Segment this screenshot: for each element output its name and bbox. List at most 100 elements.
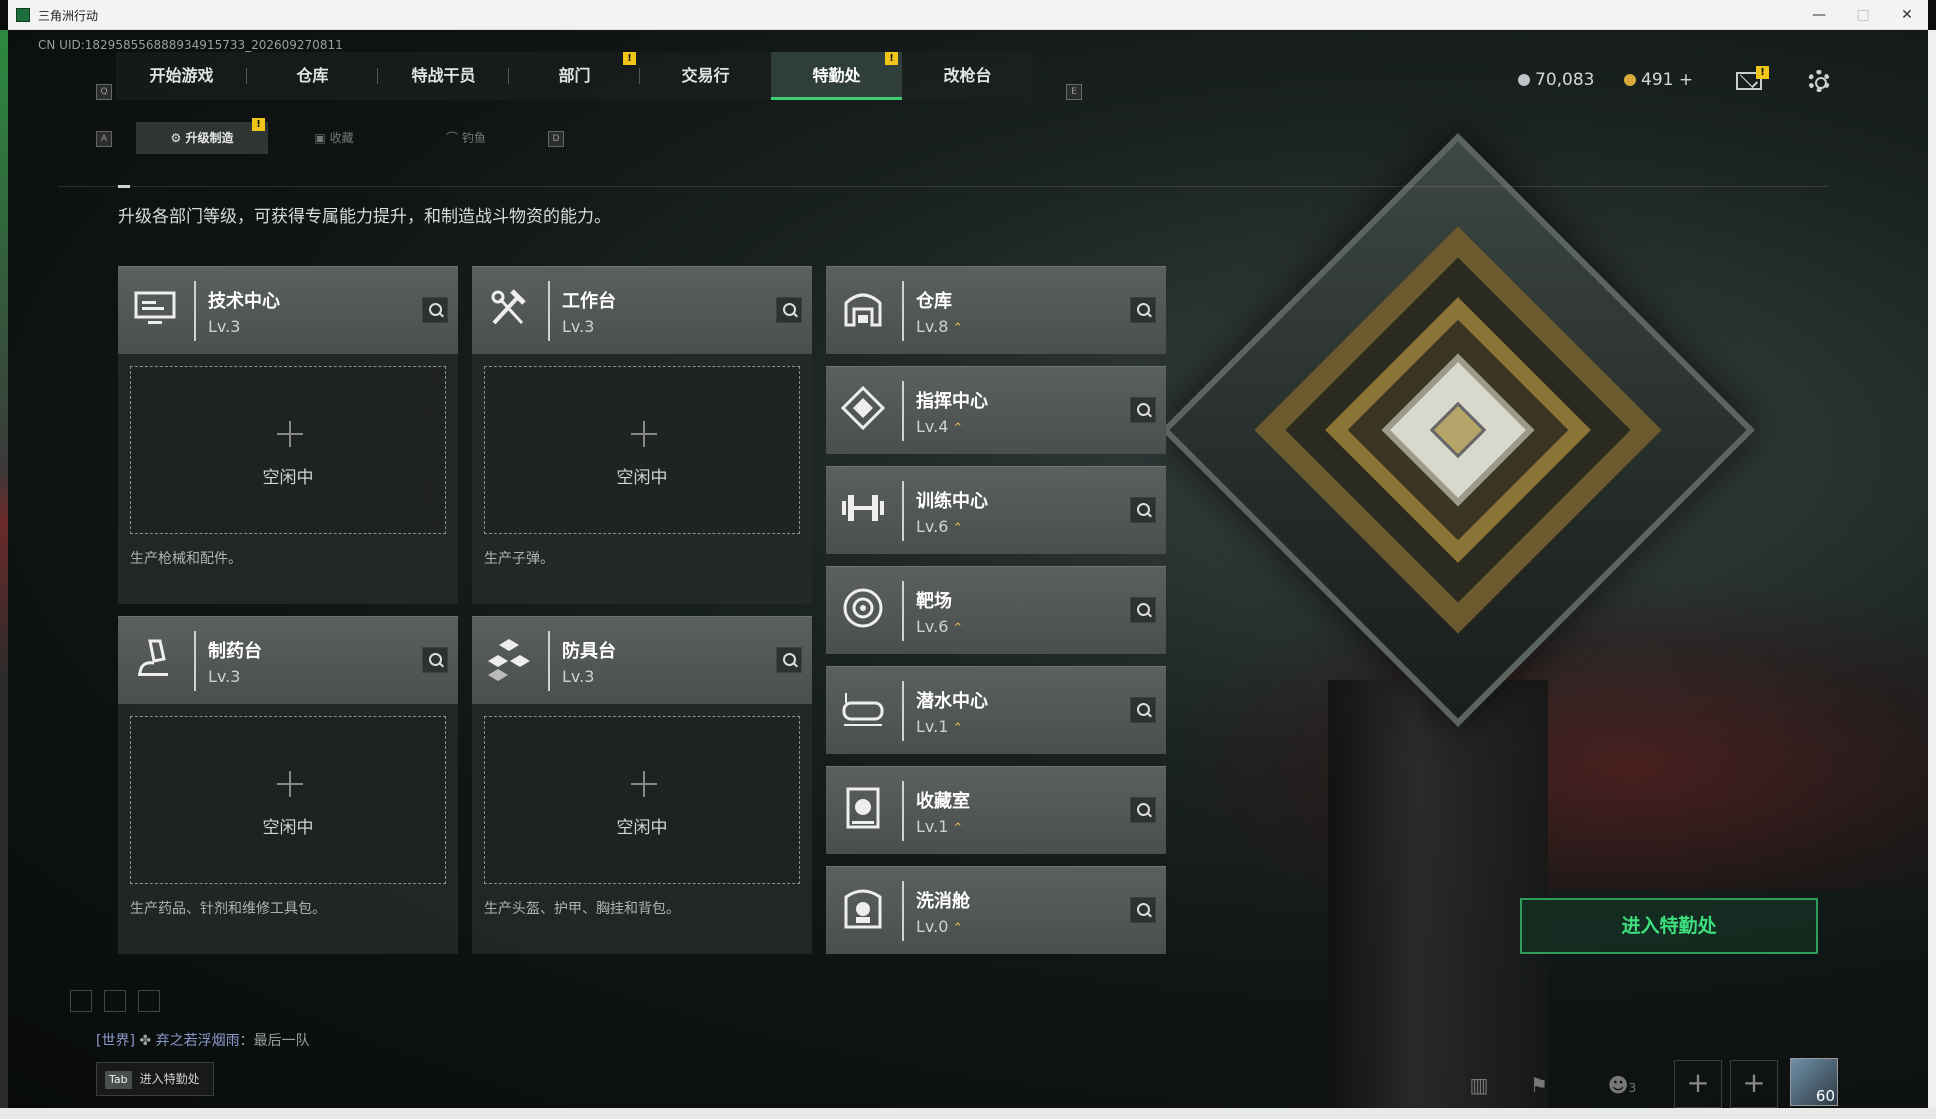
tab-warehouse[interactable]: 仓库 bbox=[247, 52, 378, 100]
facility-level: Lv.3 bbox=[208, 317, 241, 336]
facility-level: Lv.4 ⌃ bbox=[916, 417, 964, 436]
subnav-next-key[interactable]: D bbox=[548, 131, 564, 147]
upgrade-arrow-icon: ⌃ bbox=[952, 821, 964, 836]
facility-card-tech-center[interactable]: 技术中心 Lv.3 bbox=[118, 266, 458, 354]
facility-card-shooting-range[interactable]: 靶场 Lv.6 ⌃ bbox=[826, 566, 1166, 654]
world-chat-line[interactable]: [世界] ✤ 弃之若浮烟雨：最后一队 bbox=[96, 1030, 310, 1050]
background-glow bbox=[1188, 590, 1928, 890]
page-description: 升级各部门等级，可获得专属能力提升，和制造战斗物资的能力。 bbox=[118, 207, 611, 227]
facility-level: Lv.6 ⌃ bbox=[916, 517, 964, 536]
enter-special-ops-button[interactable]: 进入特勤处 bbox=[1520, 898, 1818, 954]
background-pillar bbox=[1328, 680, 1548, 1108]
production-panel-workbench: 空闲中 生产子弹。 bbox=[472, 354, 812, 604]
slot-status: 空闲中 bbox=[616, 468, 668, 488]
tab-enter-hint[interactable]: Tab 进入特勤处 bbox=[96, 1062, 214, 1096]
facility-name: 收藏室 bbox=[916, 791, 970, 812]
maximize-button[interactable]: □ bbox=[1848, 4, 1878, 26]
nav-prev-key[interactable]: Q bbox=[96, 84, 112, 100]
subnav-prev-key[interactable]: A bbox=[96, 131, 112, 147]
deco-square bbox=[104, 990, 126, 1012]
facility-card-command-center[interactable]: 指挥中心 Lv.4 ⌃ bbox=[826, 366, 1166, 454]
search-icon[interactable] bbox=[1130, 297, 1156, 323]
slot-status: 空闲中 bbox=[262, 468, 314, 488]
facility-name: 工作台 bbox=[562, 291, 616, 312]
facility-card-pharmacy[interactable]: 制药台 Lv.3 bbox=[118, 616, 458, 704]
wrench-icon: ⚙ bbox=[170, 131, 186, 145]
production-panel-armor-bench: 空闲中 生产头盔、护甲、胸挂和背包。 bbox=[472, 704, 812, 954]
squad-count: 3 bbox=[1628, 1081, 1637, 1095]
facility-card-warehouse[interactable]: 仓库 Lv.8 ⌃ bbox=[826, 266, 1166, 354]
search-icon[interactable] bbox=[1130, 797, 1156, 823]
settings-gear-icon[interactable] bbox=[1808, 70, 1830, 92]
facility-card-collection-room[interactable]: 收藏室 Lv.1 ⌃ bbox=[826, 766, 1166, 854]
add-teammate-button[interactable]: + bbox=[1730, 1060, 1778, 1108]
search-icon[interactable] bbox=[1130, 897, 1156, 923]
production-panel-pharmacy: 空闲中 生产药品、针剂和维修工具包。 bbox=[118, 704, 458, 954]
production-slot[interactable]: 空闲中 bbox=[484, 366, 800, 534]
search-icon[interactable] bbox=[1130, 397, 1156, 423]
desktop-edge-bottom bbox=[0, 1108, 1936, 1119]
app-icon bbox=[16, 8, 30, 22]
production-slot[interactable]: 空闲中 bbox=[130, 366, 446, 534]
search-icon[interactable] bbox=[776, 297, 802, 323]
facility-level: Lv.3 bbox=[562, 667, 595, 686]
nav-next-key[interactable]: E bbox=[1066, 84, 1082, 100]
upgrade-arrow-icon: ⌃ bbox=[952, 621, 964, 636]
facility-name: 指挥中心 bbox=[916, 391, 988, 412]
search-icon[interactable] bbox=[1130, 697, 1156, 723]
tab-special-ops[interactable]: 特勤处! bbox=[771, 52, 902, 100]
gold-currency[interactable]: 491 + bbox=[1624, 70, 1693, 90]
flag-icon[interactable]: ⚑ bbox=[1524, 1070, 1554, 1100]
search-icon[interactable] bbox=[422, 647, 448, 673]
squad-icon[interactable]: ☻3 bbox=[1598, 1070, 1646, 1100]
subtab-upgrade-craft[interactable]: ⚙ 升级制造! bbox=[136, 118, 268, 154]
production-slot[interactable]: 空闲中 bbox=[130, 716, 446, 884]
search-icon[interactable] bbox=[1130, 497, 1156, 523]
subtab-fishing[interactable]: ⌒ 钓鱼 bbox=[400, 122, 532, 154]
add-teammate-button[interactable]: + bbox=[1674, 1060, 1722, 1108]
chat-channel: [世界] bbox=[96, 1033, 135, 1049]
silver-currency: 70,083 bbox=[1518, 70, 1594, 90]
tab-trading[interactable]: 交易行 bbox=[640, 52, 771, 100]
tab-key: Tab bbox=[105, 1071, 132, 1089]
minimize-button[interactable]: — bbox=[1804, 4, 1834, 26]
tab-department[interactable]: 部门! bbox=[509, 52, 640, 100]
armor-icon bbox=[488, 639, 530, 681]
silver-coin-icon bbox=[1518, 74, 1530, 86]
window-titlebar: 三角洲行动 — □ ✕ bbox=[8, 0, 1928, 30]
tab-start-game[interactable]: 开始游戏 bbox=[116, 52, 247, 100]
production-slot[interactable]: 空闲中 bbox=[484, 716, 800, 884]
player-icon: ✤ bbox=[139, 1033, 152, 1049]
deco-square bbox=[138, 990, 160, 1012]
subtab-collection[interactable]: ▣ 收藏 bbox=[268, 122, 400, 154]
facility-card-diving-center[interactable]: 潜水中心 Lv.1 ⌃ bbox=[826, 666, 1166, 754]
department-alert-badge: ! bbox=[623, 52, 636, 65]
gold-add-button[interactable]: + bbox=[1679, 70, 1693, 90]
production-desc: 生产子弹。 bbox=[484, 551, 554, 567]
search-icon[interactable] bbox=[422, 297, 448, 323]
main-nav: 开始游戏 仓库 特战干员 部门! 交易行 特勤处! 改枪台 bbox=[116, 52, 1033, 100]
tab-gunsmith[interactable]: 改枪台 bbox=[902, 52, 1033, 100]
facility-level: Lv.3 bbox=[562, 317, 595, 336]
facility-name: 制药台 bbox=[208, 641, 262, 662]
stats-icon[interactable]: ▥ bbox=[1464, 1070, 1494, 1100]
command-icon bbox=[840, 385, 886, 431]
facility-card-workbench[interactable]: 工作台 Lv.3 bbox=[472, 266, 812, 354]
player-uid: CN UID:1829585568889349157​33_2026092708… bbox=[38, 38, 343, 52]
avatar[interactable]: 60 bbox=[1790, 1058, 1838, 1106]
slot-status: 空闲中 bbox=[262, 818, 314, 838]
upgrade-arrow-icon: ⌃ bbox=[952, 321, 964, 336]
tab-operators[interactable]: 特战干员 bbox=[378, 52, 509, 100]
facility-card-armor-bench[interactable]: 防具台 Lv.3 bbox=[472, 616, 812, 704]
production-desc: 生产头盔、护甲、胸挂和背包。 bbox=[484, 901, 680, 917]
facility-level: Lv.8 ⌃ bbox=[916, 317, 964, 336]
facility-card-training-center[interactable]: 训练中心 Lv.6 ⌃ bbox=[826, 466, 1166, 554]
facility-name: 潜水中心 bbox=[916, 691, 988, 712]
search-icon[interactable] bbox=[776, 647, 802, 673]
chat-user: 弃之若浮烟雨 bbox=[155, 1033, 240, 1049]
gold-coin-icon bbox=[1624, 74, 1636, 86]
search-icon[interactable] bbox=[1130, 597, 1156, 623]
facility-card-decon-chamber[interactable]: 洗消舱 Lv.0 ⌃ bbox=[826, 866, 1166, 954]
facility-level: Lv.6 ⌃ bbox=[916, 617, 964, 636]
close-button[interactable]: ✕ bbox=[1892, 4, 1922, 26]
